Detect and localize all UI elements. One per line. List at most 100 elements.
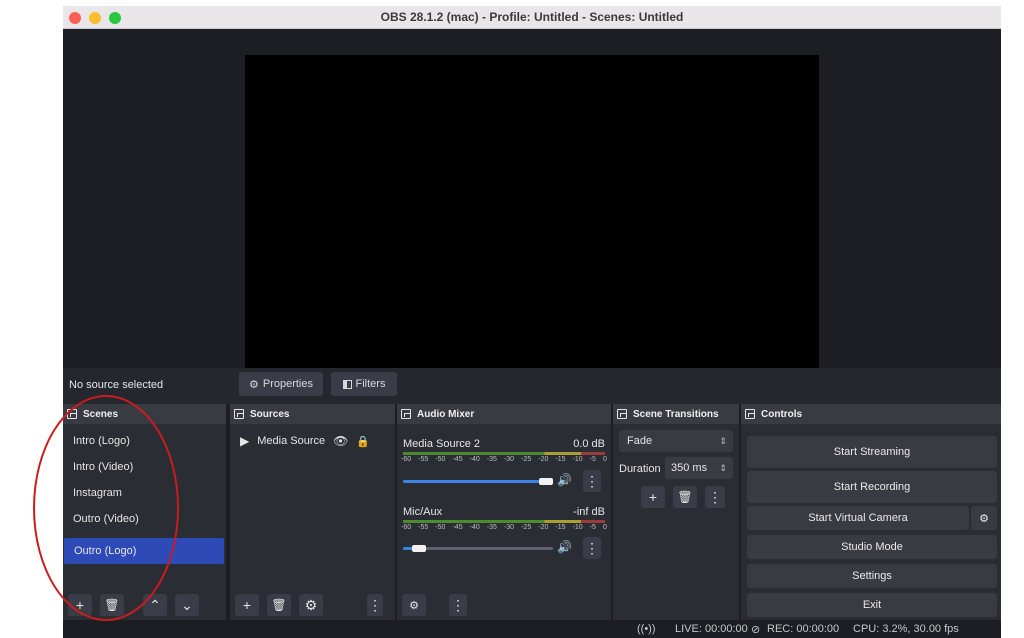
volume-meter [403, 520, 605, 523]
scene-transitions-header: Scene Transitions [613, 404, 739, 424]
start-streaming-button[interactable]: Start Streaming [747, 436, 997, 468]
more-icon: ⋮ [368, 596, 382, 613]
dock-icon [234, 409, 244, 419]
tick-label: 0 [602, 456, 607, 463]
channel-menu-button[interactable]: ⋮ [583, 537, 601, 559]
sources-dock: Sources ▶ Media Source 👁 🔒 + 🗑 ⚙ ⋮ [230, 404, 395, 620]
move-scene-down-button[interactable]: ⌄ [175, 594, 199, 616]
remove-transition-button[interactable]: 🗑 [673, 486, 697, 508]
tick-label: -20 [538, 524, 549, 531]
channel-name: Media Source 2 [403, 438, 481, 450]
tick-label: -15 [555, 456, 566, 463]
volume-slider[interactable] [403, 478, 553, 485]
transition-value: Fade [627, 435, 653, 447]
advanced-audio-button[interactable]: ⚙ [402, 594, 426, 616]
scene-item-outro-video[interactable]: Outro (Video) [63, 506, 224, 532]
filters-label: Filters [355, 378, 386, 390]
tick-label: -50 [435, 456, 446, 463]
duration-spinbox[interactable]: 350 ms ⇕ [665, 457, 733, 479]
channel-menu-button[interactable]: ⋮ [583, 470, 601, 492]
updown-chevron-icon: ⇕ [719, 462, 727, 473]
speaker-icon[interactable]: 🔊 [557, 473, 572, 487]
scenes-dock: Scenes Intro (Logo) Intro (Video) Instag… [63, 404, 226, 620]
eye-icon[interactable]: 👁 [333, 434, 348, 448]
source-item[interactable]: ▶ Media Source 👁 🔒 [240, 432, 390, 450]
tick-label: -55 [418, 524, 429, 531]
properties-label: Properties [262, 378, 313, 390]
tick-label: -15 [555, 524, 566, 531]
volume-slider-fill [403, 480, 553, 483]
source-toolbar: No source selected ⚙ Properties Filters [63, 368, 1001, 404]
source-more-button[interactable]: ⋮ [367, 594, 383, 616]
plus-icon: + [648, 489, 658, 505]
preview-area [63, 29, 1001, 379]
cpu-status: CPU: 3.2%, 30.00 fps [853, 623, 959, 635]
rec-status: REC: 00:00:00 [767, 623, 840, 635]
scene-item-intro-video[interactable]: Intro (Video) [63, 454, 224, 480]
remove-scene-button[interactable]: 🗑 [100, 594, 124, 616]
volume-slider-handle[interactable] [412, 545, 426, 552]
tick-label: -5 [589, 524, 596, 531]
gear-icon: ⚙ [248, 378, 259, 391]
tick-label: -20 [538, 456, 549, 463]
move-scene-up-button[interactable]: ⌃ [143, 594, 167, 616]
add-scene-button[interactable]: + [68, 594, 92, 616]
tick-label: -45 [452, 524, 463, 531]
preview-canvas[interactable] [245, 55, 819, 379]
more-icon: ⋮ [585, 472, 599, 489]
sources-header: Sources [230, 404, 395, 424]
status-bar: ((•)) LIVE: 00:00:00 ⊘ REC: 00:00:00 CPU… [63, 620, 1001, 638]
updown-chevron-icon: ⇕ [719, 435, 727, 446]
scene-transitions-dock: Scene Transitions Fade ⇕ Duration 350 ms… [613, 404, 739, 620]
settings-button[interactable]: Settings [747, 564, 997, 588]
mixer-menu-button[interactable]: ⋮ [449, 594, 467, 616]
plus-icon: + [242, 597, 252, 613]
remove-source-button[interactable]: 🗑 [267, 594, 291, 616]
tick-label: -60 [401, 524, 412, 531]
window-title: OBS 28.1.2 (mac) - Profile: Untitled - S… [380, 10, 684, 24]
tick-label: 0 [602, 524, 607, 531]
more-icon: ⋮ [585, 539, 599, 556]
speaker-icon[interactable]: 🔊 [557, 540, 572, 554]
tick-label: -5 [589, 456, 596, 463]
scenes-header: Scenes [63, 404, 226, 424]
source-properties-button[interactable]: ⚙ [299, 594, 323, 616]
meter-ticks: -60 -55 -50 -45 -40 -35 -30 -25 -20 -15 -10 -5 0 [401, 456, 607, 463]
add-source-button[interactable]: + [235, 594, 259, 616]
scene-item-outro-logo[interactable]: Outro (Logo) [64, 538, 224, 564]
duration-label: Duration [619, 463, 661, 475]
start-recording-button[interactable]: Start Recording [747, 471, 997, 503]
studio-mode-button[interactable]: Studio Mode [747, 535, 997, 559]
live-icon: ((•)) [637, 623, 656, 635]
start-virtual-camera-button[interactable]: Start Virtual Camera [747, 506, 969, 530]
trash-icon: 🗑 [677, 490, 693, 504]
obs-window: OBS 28.1.2 (mac) - Profile: Untitled - S… [63, 6, 1001, 638]
tick-label: -25 [521, 456, 532, 463]
tick-label: -10 [572, 524, 583, 531]
live-status: LIVE: 00:00:00 [675, 623, 748, 635]
add-transition-button[interactable]: + [641, 486, 665, 508]
volume-slider-handle[interactable] [539, 478, 553, 485]
properties-button[interactable]: ⚙ Properties [239, 372, 323, 396]
scene-item-intro-logo[interactable]: Intro (Logo) [63, 428, 224, 454]
filters-button[interactable]: Filters [331, 372, 397, 396]
tick-label: -25 [521, 524, 532, 531]
trash-icon: 🗑 [104, 598, 120, 612]
controls-title: Controls [761, 408, 803, 420]
transition-menu-button[interactable]: ⋮ [705, 486, 725, 508]
virtual-camera-settings-button[interactable]: ⚙ [971, 506, 997, 530]
tick-label: -40 [469, 456, 480, 463]
tick-label: -55 [418, 456, 429, 463]
exit-button[interactable]: Exit [747, 593, 997, 617]
audio-mixer-dock: Audio Mixer Media Source 2 0.0 dB -60 -55… [397, 404, 611, 620]
tick-label: -30 [503, 524, 515, 531]
scene-item-instagram[interactable]: Instagram [63, 480, 224, 506]
title-bar: OBS 28.1.2 (mac) - Profile: Untitled - S… [63, 6, 1001, 29]
tick-label: -30 [503, 456, 515, 463]
dock-icon [401, 409, 411, 419]
volume-slider[interactable] [403, 545, 553, 552]
lock-icon[interactable]: 🔒 [356, 435, 370, 448]
meter-ticks: -60 -55 -50 -45 -40 -35 -30 -25 -20 -15 -10 -5 0 [401, 524, 607, 531]
transition-select[interactable]: Fade ⇕ [619, 430, 733, 452]
more-icon: ⋮ [451, 596, 465, 613]
